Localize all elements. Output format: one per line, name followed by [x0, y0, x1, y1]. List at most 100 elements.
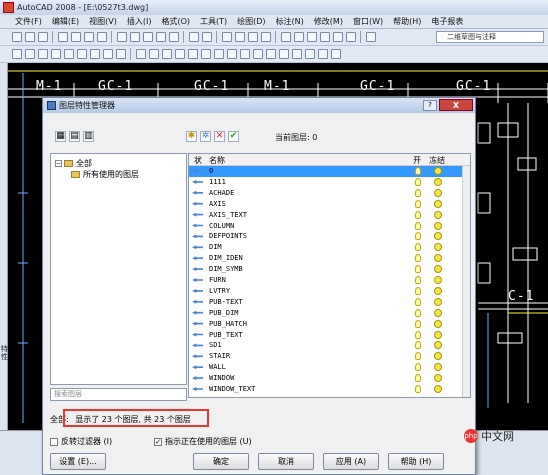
sun-icon[interactable]	[434, 243, 442, 252]
layer-row[interactable]: DEFPOINTS	[189, 231, 470, 242]
open-icon[interactable]	[24, 32, 35, 42]
layer-states-manager-icon[interactable]: ▥	[83, 130, 94, 142]
sun-icon[interactable]	[434, 286, 442, 295]
help-icon[interactable]	[365, 32, 376, 42]
sun-icon[interactable]	[434, 330, 442, 339]
array-icon[interactable]	[187, 49, 198, 59]
circle-icon[interactable]	[89, 49, 100, 59]
rotate-icon[interactable]	[213, 49, 224, 59]
lightbulb-icon[interactable]	[415, 286, 421, 295]
arc-icon[interactable]	[76, 49, 87, 59]
layer-row[interactable]: DIM_SYMB	[189, 264, 470, 275]
apply-button[interactable]: 应用 (A)	[323, 453, 379, 470]
polygon-icon[interactable]	[50, 49, 61, 59]
sun-icon[interactable]	[434, 199, 442, 208]
match-properties-icon[interactable]	[155, 32, 166, 42]
menu-format[interactable]: 格式(O)	[156, 16, 195, 27]
new-property-filter-icon[interactable]: ▦	[55, 130, 66, 142]
trim-icon[interactable]	[252, 49, 263, 59]
lightbulb-icon[interactable]	[415, 188, 421, 197]
indicate-used-checkbox[interactable]: ✓	[154, 437, 162, 446]
tree-item-all[interactable]: − 全部	[55, 158, 92, 169]
menu-dimension[interactable]: 标注(N)	[271, 16, 309, 27]
layer-row[interactable]: STAIR	[189, 351, 470, 362]
lightbulb-icon[interactable]	[415, 341, 421, 350]
save-icon[interactable]	[37, 32, 48, 42]
erase-icon[interactable]	[135, 49, 146, 59]
design-center-icon[interactable]	[293, 32, 304, 42]
ok-button[interactable]: 确定	[193, 453, 249, 470]
lightbulb-icon[interactable]	[415, 243, 421, 252]
layer-row[interactable]: DIM	[189, 242, 470, 253]
copy-object-icon[interactable]	[148, 49, 159, 59]
workspace-select[interactable]: 二维草图与注释	[436, 31, 544, 43]
construction-line-icon[interactable]	[24, 49, 35, 59]
line-icon[interactable]	[11, 49, 22, 59]
spline-icon[interactable]	[102, 49, 113, 59]
layer-row[interactable]: WALL	[189, 362, 470, 373]
column-on[interactable]: 开	[413, 155, 421, 166]
cut-icon[interactable]	[116, 32, 127, 42]
tree-item-used-layers[interactable]: 所有使用的图层	[71, 169, 139, 180]
properties-palette-strip[interactable]: 特性	[0, 63, 8, 430]
undo-icon[interactable]	[188, 32, 199, 42]
zoom-previous-icon[interactable]	[260, 32, 271, 42]
lightbulb-icon[interactable]	[415, 330, 421, 339]
collapse-icon[interactable]: −	[55, 160, 62, 167]
column-status[interactable]: 状	[194, 155, 202, 166]
layer-row[interactable]: FURN	[189, 275, 470, 286]
offset-icon[interactable]	[174, 49, 185, 59]
layer-row[interactable]: ACHADE	[189, 188, 470, 199]
tool-palettes-icon[interactable]	[306, 32, 317, 42]
menu-view[interactable]: 视图(V)	[84, 16, 122, 27]
redo-icon[interactable]	[201, 32, 212, 42]
new-layer-icon[interactable]: ✱	[186, 130, 197, 142]
zoom-realtime-icon[interactable]	[234, 32, 245, 42]
break-icon[interactable]	[278, 49, 289, 59]
new-icon[interactable]	[11, 32, 22, 42]
menu-insert[interactable]: 插入(I)	[122, 16, 157, 27]
layer-list-scrollbar[interactable]	[462, 166, 470, 397]
stretch-icon[interactable]	[239, 49, 250, 59]
menu-window[interactable]: 窗口(W)	[348, 16, 388, 27]
layer-row[interactable]: 0	[189, 166, 470, 177]
invert-filter-checkbox[interactable]	[50, 437, 58, 446]
calculator-icon[interactable]	[345, 32, 356, 42]
indicate-used-option[interactable]: ✓ 指示正在使用的图层 (U)	[154, 436, 252, 447]
lightbulb-icon[interactable]	[415, 167, 421, 175]
mirror-icon[interactable]	[161, 49, 172, 59]
lightbulb-icon[interactable]	[415, 297, 421, 306]
sun-icon[interactable]	[434, 319, 442, 328]
lightbulb-icon[interactable]	[415, 177, 421, 186]
fillet-icon[interactable]	[317, 49, 328, 59]
sun-icon[interactable]	[434, 254, 442, 263]
sun-icon[interactable]	[434, 265, 442, 274]
menu-file[interactable]: 文件(F)	[10, 16, 47, 27]
menu-help[interactable]: 帮助(H)	[388, 16, 426, 27]
delete-layer-icon[interactable]: ✕	[214, 130, 225, 142]
column-name[interactable]: 名称	[209, 155, 225, 166]
dialog-help-button[interactable]: ?	[423, 100, 437, 111]
search-layer-input[interactable]: 搜索图层	[50, 388, 187, 401]
sun-icon[interactable]	[434, 276, 442, 284]
menu-modify[interactable]: 修改(M)	[309, 16, 348, 27]
etransmit-icon[interactable]	[96, 32, 107, 42]
sun-icon[interactable]	[434, 232, 442, 241]
block-editor-icon[interactable]	[168, 32, 179, 42]
lightbulb-icon[interactable]	[415, 319, 421, 328]
menu-tools[interactable]: 工具(T)	[195, 16, 232, 27]
publish-icon[interactable]	[83, 32, 94, 42]
layer-row[interactable]: WINDOW	[189, 373, 470, 384]
menu-draw[interactable]: 绘图(D)	[232, 16, 270, 27]
explode-icon[interactable]	[330, 49, 341, 59]
layer-row[interactable]: PUB_DIM	[189, 308, 470, 319]
layer-row[interactable]: PUB_HATCH	[189, 319, 470, 330]
sun-icon[interactable]	[434, 221, 442, 230]
properties-icon[interactable]	[280, 32, 291, 42]
dialog-title-bar[interactable]: 图层特性管理器 ? X	[43, 98, 475, 113]
new-layer-frozen-icon[interactable]: ✲	[200, 130, 211, 142]
column-freeze[interactable]: 冻结	[429, 155, 445, 166]
lightbulb-icon[interactable]	[415, 385, 421, 393]
menu-express[interactable]: 电子报表	[426, 16, 468, 27]
zoom-window-icon[interactable]	[247, 32, 258, 42]
